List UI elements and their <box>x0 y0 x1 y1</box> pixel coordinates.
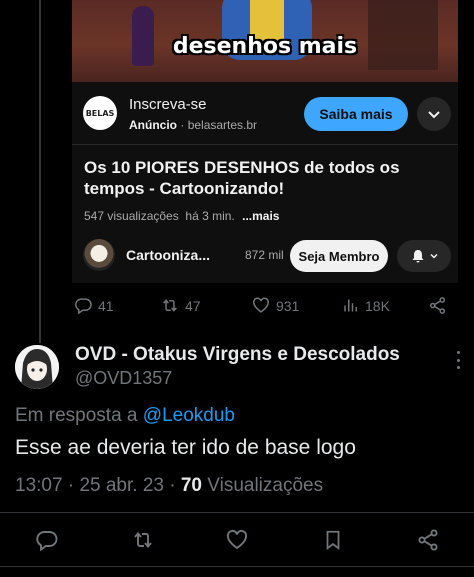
like-icon <box>226 529 248 550</box>
share-icon <box>418 529 438 551</box>
join-channel-button[interactable]: Seja Membro <box>290 240 388 272</box>
ad-domain: belasartes.br <box>187 118 258 132</box>
avatar-illustration <box>15 345 59 389</box>
ad-separator: · <box>180 118 185 132</box>
tweet-time[interactable]: 13:07 <box>15 475 63 496</box>
share-action[interactable] <box>428 296 447 315</box>
tweet-meta: 13:07 · 25 abr. 23 · 70 Visualizações <box>15 475 323 497</box>
more-icon[interactable] <box>448 350 468 370</box>
tweet-actions <box>0 528 474 552</box>
video-views: 547 visualizações <box>84 209 179 223</box>
views-count: 18K <box>365 297 390 314</box>
ad-label: Anúncio <box>129 118 177 132</box>
reply-context: Em resposta a @Leokdub <box>15 405 235 427</box>
like-action[interactable]: 931 <box>251 296 299 315</box>
video-more-link[interactable]: ...mais <box>242 209 279 223</box>
reply-prefix: Em resposta a <box>15 405 138 426</box>
tweet-views-label: Visualizações <box>207 475 324 496</box>
meta-separator: · <box>169 475 181 496</box>
bookmark-button[interactable] <box>322 528 344 552</box>
retweet-count: 47 <box>185 297 201 314</box>
retweet-icon <box>134 532 152 548</box>
channel-name[interactable]: Cartooniza... <box>126 247 210 263</box>
retweet-action[interactable]: 47 <box>160 296 201 315</box>
avatar[interactable] <box>15 345 59 389</box>
user-handle[interactable]: @OVD1357 <box>75 368 172 389</box>
video-meta: 547 visualizações há 3 min. ...mais <box>84 209 279 223</box>
divider <box>0 512 474 513</box>
retweet-button[interactable] <box>130 528 156 552</box>
ad-expand-button[interactable] <box>417 97 451 131</box>
share-icon <box>429 297 446 314</box>
reply-button[interactable] <box>35 528 59 552</box>
display-name[interactable]: OVD - Otakus Virgens e Descolados <box>75 344 400 366</box>
chevron-down-icon <box>428 111 440 119</box>
video-age: há 3 min. <box>185 209 235 223</box>
tweet-date[interactable]: 25 abr. 23 <box>79 475 164 496</box>
reply-action[interactable]: 41 <box>74 296 114 315</box>
chevron-down-icon <box>429 253 438 259</box>
learn-more-button[interactable]: Saiba mais <box>304 97 408 131</box>
ad-meta: Anúncio · belasartes.br <box>129 118 257 132</box>
share-button[interactable] <box>416 528 440 552</box>
like-icon <box>253 297 269 313</box>
tweet-views-count: 70 <box>180 475 202 496</box>
reply-icon <box>75 298 92 315</box>
video-thumbnail[interactable]: desenhos mais <box>72 0 458 82</box>
views-icon <box>344 299 357 312</box>
retweet-icon <box>163 299 177 312</box>
youtube-embed-card[interactable]: desenhos mais BELAS Inscreva-se Anúncio … <box>72 0 458 283</box>
tweet-text: Esse ae deveria ter ido de base logo <box>15 436 356 459</box>
meta-separator: · <box>67 475 80 496</box>
thumbnail-caption: desenhos mais <box>172 34 358 59</box>
views-action[interactable]: 18K <box>342 296 390 315</box>
channel-avatar[interactable] <box>83 239 115 271</box>
notifications-button[interactable] <box>397 240 451 272</box>
bell-icon <box>412 250 423 263</box>
bookmark-icon <box>326 530 340 550</box>
like-button[interactable] <box>225 528 249 552</box>
reply-icon <box>36 531 58 552</box>
channel-row: Cartooniza... 872 mil Seja Membro <box>72 236 458 276</box>
ad-title[interactable]: Inscreva-se <box>129 96 207 113</box>
reply-count: 41 <box>98 297 114 314</box>
divider <box>0 566 474 567</box>
like-count: 931 <box>276 297 300 314</box>
ad-row[interactable]: BELAS Inscreva-se Anúncio · belasartes.b… <box>72 82 458 145</box>
video-title[interactable]: Os 10 PIORES DESENHOS de todos os tempos… <box>84 157 446 199</box>
advertiser-logo: BELAS <box>83 96 117 130</box>
reply-to-link[interactable]: @Leokdub <box>143 405 235 426</box>
thread-line <box>39 0 41 343</box>
parent-tweet-actions: 41 47 931 18K <box>0 296 474 318</box>
channel-subscribers: 872 mil <box>245 248 284 262</box>
